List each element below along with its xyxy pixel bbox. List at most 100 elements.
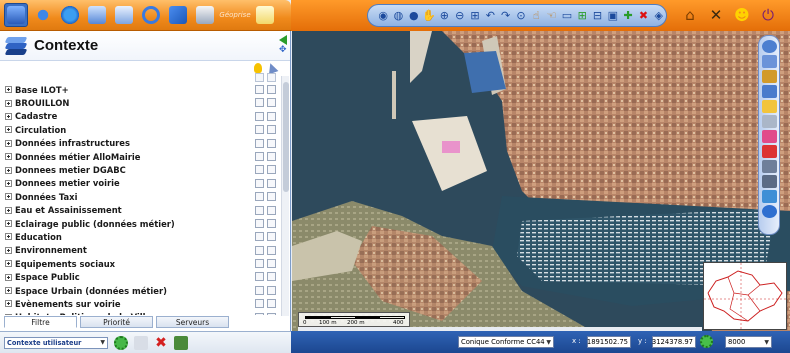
layer-group-row[interactable]: Habitat - Politique de la Ville — [0, 311, 280, 315]
pan-hand-icon[interactable]: ✋ — [422, 7, 436, 24]
layer-group-label[interactable]: Données Taxi — [15, 192, 77, 202]
layer-group-label[interactable]: Espace Urbain (données métier) — [15, 286, 167, 296]
context-layers-button[interactable] — [4, 3, 28, 27]
visibility-checkbox[interactable] — [255, 165, 264, 175]
selectable-checkbox[interactable] — [267, 285, 276, 295]
select-rect-icon[interactable]: ▭ — [560, 7, 574, 24]
zoom-in-icon[interactable]: ⊕ — [437, 7, 451, 24]
expand-plus-icon[interactable] — [5, 206, 12, 214]
nav-rose-icon[interactable] — [761, 40, 777, 53]
zoom-out-icon[interactable]: ⊖ — [453, 7, 467, 24]
layer-group-row[interactable]: Eclairage public (données métier) — [0, 217, 280, 230]
layer-group-row[interactable]: Données métier AlloMairie — [0, 150, 280, 163]
layer-group-row[interactable]: Donnees metier DGABC — [0, 163, 280, 176]
selectable-checkbox[interactable] — [267, 245, 276, 255]
visibility-checkbox[interactable] — [255, 245, 264, 255]
all-selectable-checkbox[interactable] — [267, 73, 276, 82]
tools-icon[interactable]: ✕ — [706, 4, 726, 26]
layer-group-row[interactable]: Données infrastructures — [0, 137, 280, 150]
layer-group-label[interactable]: Donnees metier DGABC — [15, 165, 126, 175]
layer-group-row[interactable]: Espace Public — [0, 270, 280, 283]
gear-icon[interactable] — [700, 335, 713, 348]
export-icon[interactable] — [761, 160, 777, 173]
visibility-checkbox[interactable] — [255, 299, 264, 309]
select-minus-icon[interactable]: ▣ — [606, 7, 620, 24]
scroll-thumb[interactable] — [283, 82, 289, 192]
visibility-checkbox[interactable] — [255, 272, 264, 282]
visibility-checkbox[interactable] — [255, 205, 264, 215]
expand-plus-icon[interactable] — [5, 166, 12, 174]
camera-icon[interactable] — [761, 175, 777, 188]
home-icon[interactable]: ⌂ — [680, 4, 700, 26]
layer-group-row[interactable]: Base ILOT+ — [0, 83, 280, 96]
select-plus-icon[interactable]: ✚ — [621, 7, 635, 24]
layer-group-label[interactable]: Eclairage public (données métier) — [15, 219, 175, 229]
help-icon[interactable] — [761, 205, 777, 218]
scale-select[interactable]: 8000 ▼ — [725, 336, 772, 348]
layer-group-label[interactable]: Equipements sociaux — [15, 259, 115, 269]
users-save-icon[interactable] — [174, 335, 188, 350]
visibility-checkbox[interactable] — [255, 111, 264, 121]
screen-button[interactable] — [85, 3, 109, 27]
zoom-next-icon[interactable]: ↷ — [499, 7, 513, 24]
document-button[interactable] — [112, 3, 136, 27]
visibility-checkbox[interactable] — [255, 151, 264, 161]
context-select[interactable]: Contexte utilisateur ▼ — [4, 336, 108, 349]
layers-icon[interactable] — [761, 85, 777, 98]
selectable-checkbox[interactable] — [267, 259, 276, 269]
layer-group-row[interactable]: Donnees metier voirie — [0, 177, 280, 190]
save-icon[interactable] — [134, 335, 148, 350]
visibility-checkbox[interactable] — [255, 138, 264, 148]
selectable-checkbox[interactable] — [267, 178, 276, 188]
print-button[interactable] — [193, 3, 217, 27]
select-remove-icon[interactable]: ⊟ — [590, 7, 604, 24]
ruler-icon[interactable] — [761, 70, 777, 83]
layer-list-scrollbar[interactable] — [281, 76, 289, 316]
overview-map[interactable] — [703, 262, 787, 330]
expand-plus-icon[interactable] — [5, 273, 12, 281]
layer-group-row[interactable]: Données Taxi — [0, 190, 280, 203]
layer-group-row[interactable]: Circulation — [0, 123, 280, 136]
visibility-checkbox[interactable] — [255, 285, 264, 295]
selectable-checkbox[interactable] — [267, 151, 276, 161]
layer-group-row[interactable]: Cadastre — [0, 110, 280, 123]
selectable-checkbox[interactable] — [267, 232, 276, 242]
expand-plus-icon[interactable] — [5, 287, 12, 295]
selectable-checkbox[interactable] — [267, 272, 276, 282]
layer-group-row[interactable]: Evènements sur voirie — [0, 297, 280, 310]
visibility-checkbox[interactable] — [255, 192, 264, 202]
visibility-checkbox[interactable] — [255, 125, 264, 135]
expand-plus-icon[interactable] — [5, 179, 12, 187]
visibility-checkbox[interactable] — [255, 312, 264, 315]
selectable-checkbox[interactable] — [267, 125, 276, 135]
selection-layer-icon[interactable]: ◈ — [652, 7, 666, 24]
expand-plus-icon[interactable] — [5, 126, 12, 134]
tab-priorite[interactable]: Priorité — [80, 316, 153, 328]
layer-group-label[interactable]: Environnement — [15, 245, 87, 255]
annotation-icon[interactable] — [761, 100, 777, 113]
layer-group-label[interactable]: Base ILOT+ — [15, 85, 69, 95]
selectable-checkbox[interactable] — [267, 192, 276, 202]
visibility-checkbox[interactable] — [255, 218, 264, 228]
expand-plus-icon[interactable] — [5, 220, 12, 228]
notes-button[interactable] — [253, 3, 277, 27]
layer-group-label[interactable]: Donnees metier voirie — [15, 178, 120, 188]
selectable-checkbox[interactable] — [267, 299, 276, 309]
layer-group-label[interactable]: Espace Public — [15, 272, 80, 282]
expand-plus-icon[interactable] — [5, 153, 12, 161]
search-button[interactable] — [31, 3, 55, 27]
expand-plus-icon[interactable] — [5, 300, 12, 308]
locate-button[interactable] — [58, 3, 82, 27]
layer-group-row[interactable]: Education — [0, 230, 280, 243]
info-hand-icon[interactable]: ☝ — [529, 7, 543, 24]
layer-group-row[interactable]: Environnement — [0, 244, 280, 257]
layer-group-label[interactable]: Habitat - Politique de la Ville — [15, 312, 151, 315]
expand-plus-icon[interactable] — [5, 112, 12, 120]
selectable-checkbox[interactable] — [267, 205, 276, 215]
selectable-checkbox[interactable] — [267, 165, 276, 175]
print-icon[interactable] — [761, 115, 777, 128]
visibility-checkbox[interactable] — [255, 98, 264, 108]
selectable-checkbox[interactable] — [267, 218, 276, 228]
visibility-checkbox[interactable] — [255, 178, 264, 188]
selectable-checkbox[interactable] — [267, 138, 276, 148]
